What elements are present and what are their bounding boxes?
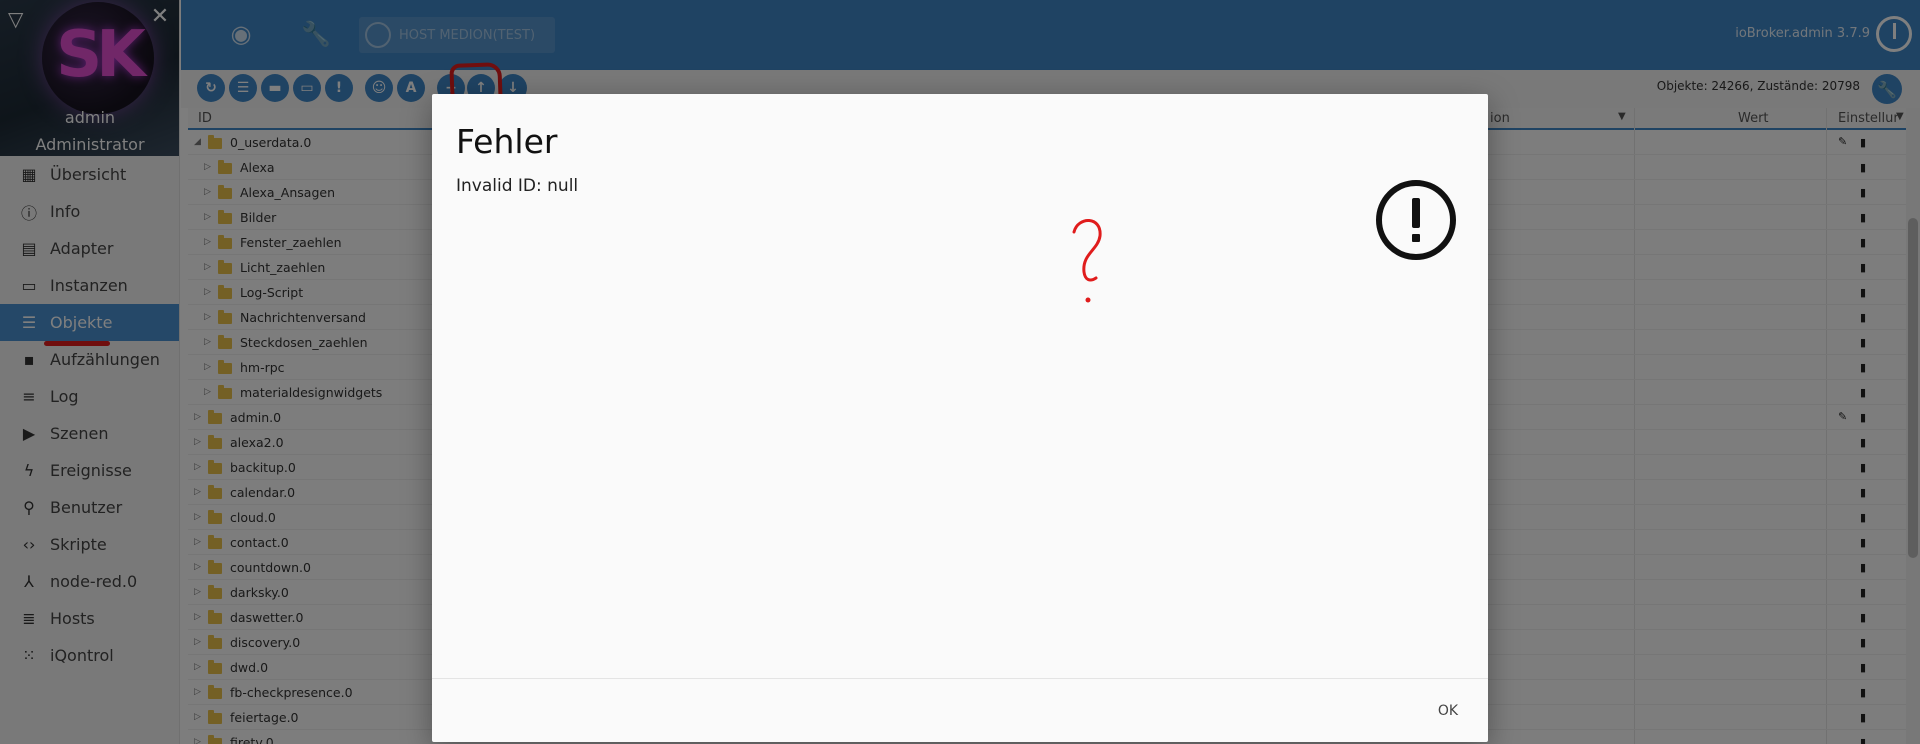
error-icon [1376,180,1456,260]
annotation-question-mark [1072,219,1102,303]
ok-button[interactable]: OK [1428,697,1468,725]
error-dialog: Fehler Invalid ID: null OK [432,94,1488,742]
dialog-message: Invalid ID: null [456,176,579,196]
dialog-title: Fehler [456,122,558,161]
dialog-footer: OK [432,678,1488,742]
